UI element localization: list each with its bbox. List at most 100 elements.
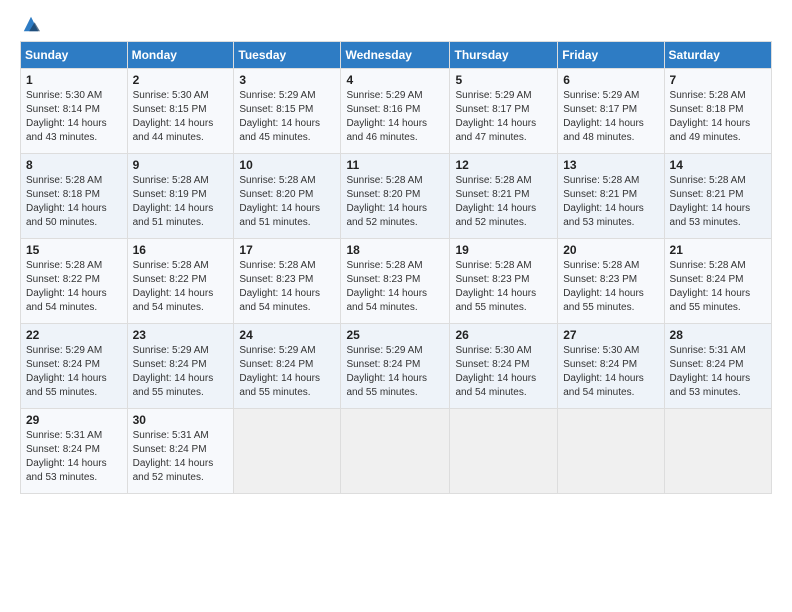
day-number: 10 xyxy=(239,158,335,172)
day-info: Sunrise: 5:31 AMSunset: 8:24 PMDaylight:… xyxy=(670,344,766,400)
day-number: 29 xyxy=(26,413,122,427)
day-header-monday: Monday xyxy=(127,42,234,69)
daylight-text: Daylight: 14 hours and 54 minutes. xyxy=(26,287,122,315)
day-number: 17 xyxy=(239,243,335,257)
day-number: 21 xyxy=(670,243,766,257)
day-number: 30 xyxy=(133,413,229,427)
sunrise-text: Sunrise: 5:29 AM xyxy=(346,89,444,103)
calendar-cell xyxy=(558,409,664,494)
daylight-text: Daylight: 14 hours and 55 minutes. xyxy=(455,287,552,315)
day-number: 4 xyxy=(346,73,444,87)
sunset-text: Sunset: 8:23 PM xyxy=(239,273,335,287)
sunset-text: Sunset: 8:20 PM xyxy=(239,188,335,202)
day-info: Sunrise: 5:29 AMSunset: 8:16 PMDaylight:… xyxy=(346,89,444,145)
calendar-week-2: 8Sunrise: 5:28 AMSunset: 8:18 PMDaylight… xyxy=(21,154,772,239)
sunrise-text: Sunrise: 5:29 AM xyxy=(239,89,335,103)
calendar-cell: 7Sunrise: 5:28 AMSunset: 8:18 PMDaylight… xyxy=(664,69,771,154)
day-header-saturday: Saturday xyxy=(664,42,771,69)
sunrise-text: Sunrise: 5:28 AM xyxy=(563,174,658,188)
day-info: Sunrise: 5:29 AMSunset: 8:24 PMDaylight:… xyxy=(239,344,335,400)
calendar-cell xyxy=(234,409,341,494)
sunset-text: Sunset: 8:20 PM xyxy=(346,188,444,202)
day-number: 14 xyxy=(670,158,766,172)
day-info: Sunrise: 5:28 AMSunset: 8:21 PMDaylight:… xyxy=(563,174,658,230)
sunset-text: Sunset: 8:24 PM xyxy=(670,273,766,287)
daylight-text: Daylight: 14 hours and 48 minutes. xyxy=(563,117,658,145)
calendar-table: SundayMondayTuesdayWednesdayThursdayFrid… xyxy=(20,41,772,494)
sunrise-text: Sunrise: 5:28 AM xyxy=(26,174,122,188)
day-number: 15 xyxy=(26,243,122,257)
sunset-text: Sunset: 8:23 PM xyxy=(563,273,658,287)
day-info: Sunrise: 5:28 AMSunset: 8:22 PMDaylight:… xyxy=(133,259,229,315)
sunrise-text: Sunrise: 5:30 AM xyxy=(26,89,122,103)
sunrise-text: Sunrise: 5:29 AM xyxy=(26,344,122,358)
sunrise-text: Sunrise: 5:28 AM xyxy=(455,259,552,273)
daylight-text: Daylight: 14 hours and 50 minutes. xyxy=(26,202,122,230)
day-number: 16 xyxy=(133,243,229,257)
day-info: Sunrise: 5:31 AMSunset: 8:24 PMDaylight:… xyxy=(26,429,122,485)
sunset-text: Sunset: 8:24 PM xyxy=(455,358,552,372)
daylight-text: Daylight: 14 hours and 55 minutes. xyxy=(239,372,335,400)
day-number: 12 xyxy=(455,158,552,172)
day-info: Sunrise: 5:28 AMSunset: 8:22 PMDaylight:… xyxy=(26,259,122,315)
calendar-cell: 8Sunrise: 5:28 AMSunset: 8:18 PMDaylight… xyxy=(21,154,128,239)
sunset-text: Sunset: 8:19 PM xyxy=(133,188,229,202)
sunrise-text: Sunrise: 5:29 AM xyxy=(563,89,658,103)
day-info: Sunrise: 5:28 AMSunset: 8:20 PMDaylight:… xyxy=(346,174,444,230)
day-info: Sunrise: 5:28 AMSunset: 8:19 PMDaylight:… xyxy=(133,174,229,230)
calendar-week-1: 1 Sunrise: 5:30 AMSunset: 8:14 PM Daylight… xyxy=(21,69,772,154)
calendar-cell: 9Sunrise: 5:28 AMSunset: 8:19 PMDaylight… xyxy=(127,154,234,239)
day-number: 11 xyxy=(346,158,444,172)
day-number: 20 xyxy=(563,243,658,257)
day-number: 5 xyxy=(455,73,552,87)
day-info: Sunrise: 5:30 AMSunset: 8:15 PMDaylight:… xyxy=(133,89,229,145)
sunrise-text: Sunrise: 5:31 AM xyxy=(133,429,229,443)
sunrise-text: Sunrise: 5:28 AM xyxy=(455,174,552,188)
day-info: Sunrise: 5:30 AMSunset: 8:24 PMDaylight:… xyxy=(563,344,658,400)
day-number: 6 xyxy=(563,73,658,87)
sunrise-text: Sunrise: 5:29 AM xyxy=(455,89,552,103)
sunset-text: Sunset: 8:22 PM xyxy=(133,273,229,287)
sunset-text: Sunset: 8:17 PM xyxy=(455,103,552,117)
calendar-week-5: 29 Sunrise: 5:31 AMSunset: 8:24 PMDayligh… xyxy=(21,409,772,494)
sunrise-text: Sunrise: 5:28 AM xyxy=(346,259,444,273)
daylight-text: Daylight: 14 hours and 55 minutes. xyxy=(670,287,766,315)
day-number: 25 xyxy=(346,328,444,342)
calendar-cell: 20Sunrise: 5:28 AMSunset: 8:23 PMDayligh… xyxy=(558,239,664,324)
day-number: 19 xyxy=(455,243,552,257)
calendar-cell: 25 Sunrise: 5:29 AMSunset: 8:24 PMDayligh… xyxy=(341,324,450,409)
daylight-text: Daylight: 14 hours and 54 minutes. xyxy=(455,372,552,400)
calendar-cell: 27Sunrise: 5:30 AMSunset: 8:24 PMDayligh… xyxy=(558,324,664,409)
day-number: 23 xyxy=(133,328,229,342)
calendar-cell: 2 Sunrise: 5:30 AMSunset: 8:15 PMDaylight… xyxy=(127,69,234,154)
day-info: Sunrise: 5:28 AMSunset: 8:21 PMDaylight:… xyxy=(455,174,552,230)
sunset-text: Sunset: 8:22 PM xyxy=(26,273,122,287)
sunrise-text: Sunrise: 5:29 AM xyxy=(239,344,335,358)
sunrise-text: Sunrise: 5:31 AM xyxy=(26,429,122,443)
calendar-cell: 22Sunrise: 5:29 AMSunset: 8:24 PMDayligh… xyxy=(21,324,128,409)
daylight-text: Daylight: 14 hours and 52 minutes. xyxy=(133,457,229,485)
sunset-text: Sunset: 8:14 PM xyxy=(26,103,122,117)
sunset-text: Sunset: 8:24 PM xyxy=(670,358,766,372)
sunset-text: Sunset: 8:24 PM xyxy=(239,358,335,372)
day-info: Sunrise: 5:29 AMSunset: 8:24 PMDaylight:… xyxy=(346,344,444,400)
day-number: 2 xyxy=(133,73,229,87)
daylight-text: Daylight: 14 hours and 53 minutes. xyxy=(26,457,122,485)
day-info: Sunrise: 5:29 AMSunset: 8:15 PMDaylight:… xyxy=(239,89,335,145)
sunset-text: Sunset: 8:17 PM xyxy=(563,103,658,117)
day-number: 22 xyxy=(26,328,122,342)
day-header-thursday: Thursday xyxy=(450,42,558,69)
calendar-cell xyxy=(664,409,771,494)
day-number: 1 xyxy=(26,73,122,87)
day-info: Sunrise: 5:28 AMSunset: 8:23 PMDaylight:… xyxy=(239,259,335,315)
header-row: SundayMondayTuesdayWednesdayThursdayFrid… xyxy=(21,42,772,69)
sunrise-text: Sunrise: 5:30 AM xyxy=(563,344,658,358)
day-info: Sunrise: 5:28 AMSunset: 8:20 PMDaylight:… xyxy=(239,174,335,230)
calendar-cell: 3Sunrise: 5:29 AMSunset: 8:15 PMDaylight… xyxy=(234,69,341,154)
daylight-text: Daylight: 14 hours and 53 minutes. xyxy=(563,202,658,230)
day-info: Sunrise: 5:28 AMSunset: 8:18 PMDaylight:… xyxy=(26,174,122,230)
daylight-text: Daylight: 14 hours and 46 minutes. xyxy=(346,117,444,145)
page: SundayMondayTuesdayWednesdayThursdayFrid… xyxy=(0,0,792,612)
sunset-text: Sunset: 8:15 PM xyxy=(133,103,229,117)
daylight-text: Daylight: 14 hours and 54 minutes. xyxy=(346,287,444,315)
